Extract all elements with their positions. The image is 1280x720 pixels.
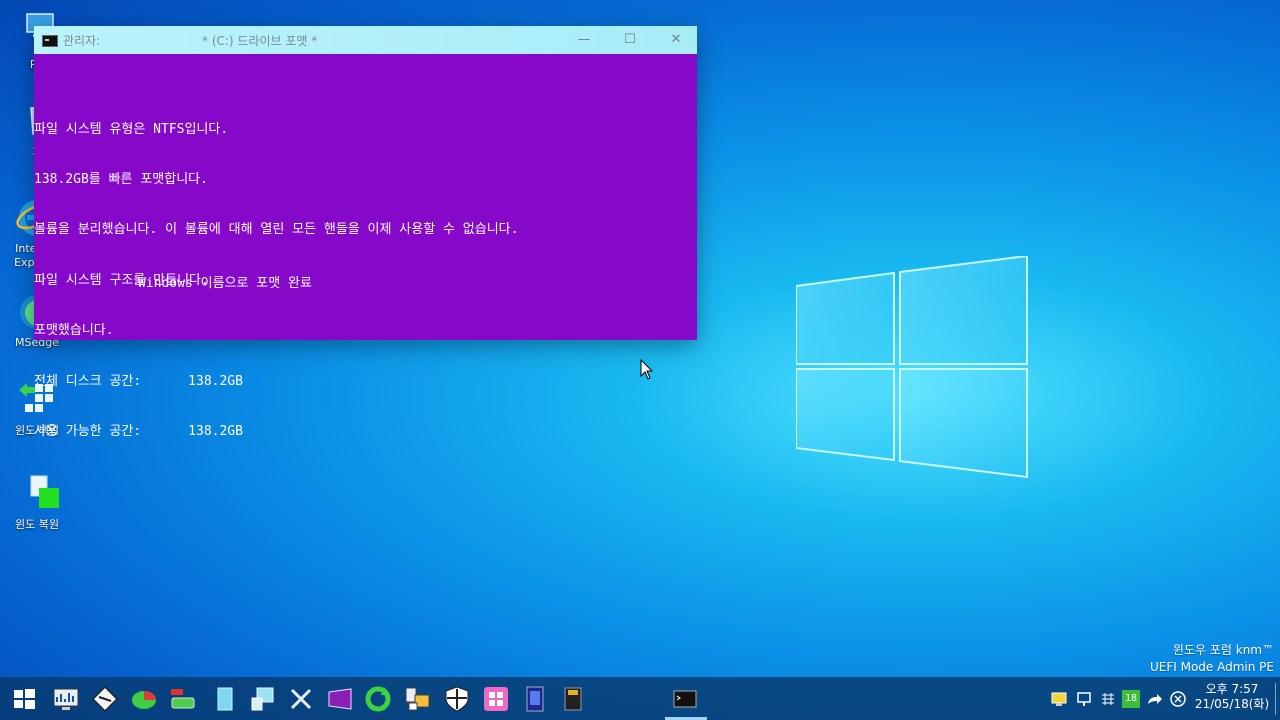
console-line: 사용 가능한 공간: 138.2GB bbox=[34, 423, 243, 439]
file-manager-icon bbox=[405, 687, 430, 711]
console-line: 파일 시스템 구조를 만듭니다. bbox=[34, 272, 209, 288]
console-line: 전체 디스크 공간: 138.2GB bbox=[34, 373, 243, 389]
taskbar-windows-store[interactable] bbox=[480, 683, 512, 715]
show-desktop-button[interactable] bbox=[1275, 683, 1276, 715]
windows-logo-wallpaper bbox=[796, 256, 1028, 478]
taskbar-sd-card[interactable] bbox=[557, 683, 589, 715]
taskbar-security[interactable] bbox=[441, 683, 473, 715]
watermark-line2: UEFI Mode Admin PE bbox=[1149, 660, 1274, 674]
windows-start-icon bbox=[14, 689, 35, 709]
console-line: 포맷했습니다. bbox=[34, 323, 114, 339]
desktop: PC 휴 Internet Explorer MSedge bbox=[0, 0, 1280, 720]
display-icon bbox=[328, 688, 352, 710]
partition-icon bbox=[132, 691, 156, 709]
notification-icon[interactable] bbox=[1050, 690, 1068, 708]
taskbar-refresh[interactable] bbox=[362, 683, 394, 715]
console-output: 파일 시스템 유형은 NTFS입니다. 138.2GB를 빠른 포맷합니다. 볼… bbox=[34, 88, 697, 474]
store-icon bbox=[484, 687, 508, 711]
taskbar-clock[interactable]: 오후 7:57 21/05/18(화) bbox=[1194, 682, 1270, 712]
desktop-icon-label: 윈도 복원 bbox=[15, 518, 59, 531]
console-line: 파일 시스템 유형은 NTFS입니다. bbox=[34, 121, 229, 137]
mouse-cursor-icon bbox=[640, 359, 654, 380]
close-button[interactable]: ✕ bbox=[653, 26, 699, 54]
taskbar-monitor-app[interactable] bbox=[50, 683, 82, 715]
wrench-screwdriver-icon bbox=[290, 688, 312, 710]
network-icon[interactable] bbox=[1076, 690, 1094, 708]
taskbar-display[interactable] bbox=[324, 683, 356, 715]
shield-icon bbox=[445, 686, 469, 712]
clock-time: 오후 7:57 bbox=[1205, 682, 1259, 696]
taskbar-backup-app[interactable] bbox=[166, 683, 198, 715]
taskbar-network[interactable] bbox=[247, 683, 279, 715]
command-prompt-icon bbox=[673, 690, 697, 708]
command-prompt-icon bbox=[42, 35, 58, 47]
tray-badge[interactable]: 18 bbox=[1122, 690, 1140, 708]
refresh-icon bbox=[365, 686, 391, 712]
taskbar-command-prompt[interactable] bbox=[669, 683, 701, 715]
taskbar-tools[interactable] bbox=[285, 683, 317, 715]
format-complete-message: Windows 이름으로 포맷 완료 bbox=[138, 276, 312, 291]
sd-card-icon bbox=[564, 687, 582, 711]
windows-restore-icon bbox=[30, 475, 59, 508]
console-line: 볼륨을 분리했습니다. 이 볼륨에 대해 열린 모든 핸들을 이제 사용할 수 … bbox=[34, 222, 519, 238]
minimize-button[interactable]: — bbox=[561, 26, 607, 54]
grid-tool-icon[interactable] bbox=[1099, 690, 1117, 708]
watermark-line1: 윈도우 포럼 knm™ bbox=[1172, 643, 1274, 657]
desktop-icon-restore[interactable]: 윈도 복원 bbox=[1, 472, 73, 532]
system-monitor-icon bbox=[53, 688, 79, 710]
network-computer-icon bbox=[251, 687, 274, 711]
clock-date: 21/05/18(화) bbox=[1194, 697, 1270, 711]
taskbar-notepad[interactable] bbox=[208, 683, 240, 715]
taskbar-partition-app[interactable] bbox=[128, 683, 160, 715]
taskbar-media[interactable] bbox=[519, 683, 551, 715]
notepad-icon bbox=[217, 687, 233, 711]
taskbar-file-manager[interactable] bbox=[401, 683, 433, 715]
close-circle-icon[interactable] bbox=[1169, 690, 1187, 708]
share-arrow-icon[interactable] bbox=[1145, 690, 1163, 708]
maximize-button[interactable]: ☐ bbox=[607, 26, 653, 54]
desktop-watermark: 윈도우 포럼 knm™ UEFI Mode Admin PE bbox=[1150, 642, 1274, 676]
console-line: 138.2GB를 빠른 포맷합니다. bbox=[34, 171, 208, 187]
window-title: * (C:) 드라이브 포맷 * bbox=[202, 34, 318, 48]
console-window[interactable]: 관리자: * (C:) 드라이브 포맷 * — ☐ ✕ 파일 시스템 유형은 N… bbox=[34, 26, 697, 439]
window-titlebar[interactable]: 관리자: * (C:) 드라이브 포맷 * — ☐ ✕ bbox=[34, 26, 697, 54]
start-button[interactable] bbox=[8, 683, 40, 715]
media-icon bbox=[526, 686, 544, 712]
disk-tool-icon bbox=[91, 685, 119, 713]
drive-backup-icon bbox=[171, 689, 195, 709]
window-title-prefix: 관리자: bbox=[63, 34, 101, 48]
taskbar-disk-tool[interactable] bbox=[89, 683, 121, 715]
